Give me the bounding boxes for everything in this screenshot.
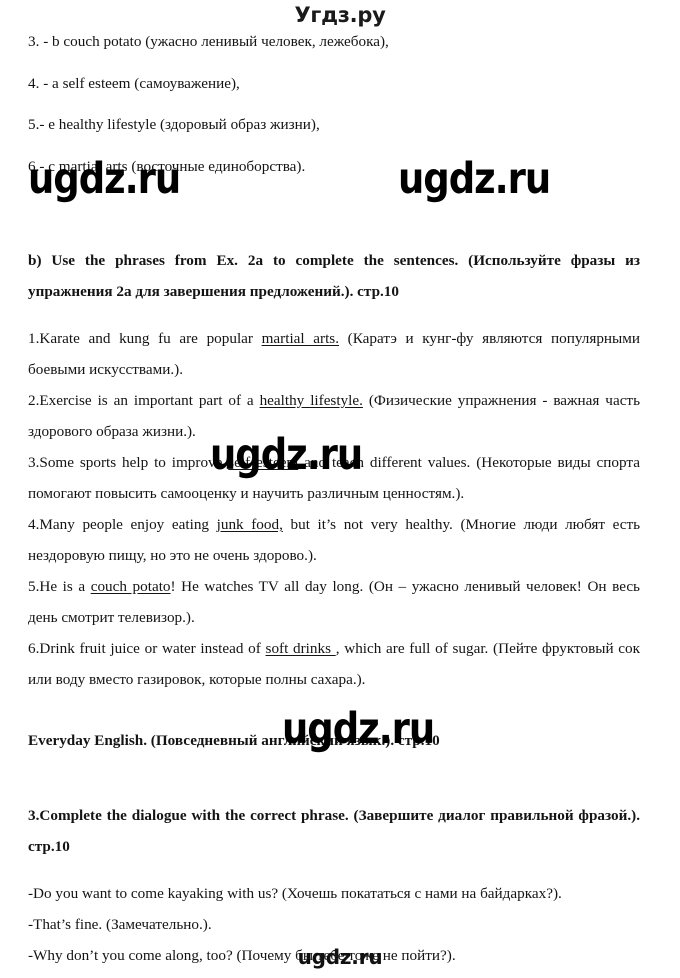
sentence-answer: junk food,: [216, 515, 283, 533]
list-item: 5.- e healthy lifestyle (здоровый образ …: [28, 116, 320, 134]
sentence-before: He is a: [39, 577, 91, 595]
everyday-english-heading-text: Everyday English. (Повседневный английск…: [28, 731, 440, 749]
sentence-number: 4.: [28, 515, 40, 533]
sentence-number: 6.: [28, 639, 40, 657]
exercise-b-heading-text: b) Use the phrases from Ex. 2a to comple…: [28, 251, 640, 300]
sentence-number: 2.: [28, 391, 40, 409]
list-item: 4. - a self esteem (самоуважение),: [28, 74, 240, 92]
dialogue-line: -Do you want to come kayaking with us? (…: [28, 884, 562, 902]
sentence-answer: healthy lifestyle.: [259, 391, 363, 409]
site-logo: Угдз.ру: [294, 3, 386, 27]
answer-sentence: 1.Karate and kung fu are popular martial…: [28, 323, 640, 385]
sentence-number: 3.: [28, 453, 40, 471]
list-item: 6.- c martial arts (восточные единоборст…: [28, 158, 306, 176]
sentence-before: Some sports help to improve: [39, 453, 229, 471]
sentence-answer: couch potato: [90, 577, 171, 595]
everyday-english-heading: Everyday English. (Повседневный английск…: [28, 725, 640, 756]
answer-sentence: 3.Some sports help to improve self estee…: [28, 447, 640, 509]
dialogue-line: -That’s fine. (Замечательно.).: [28, 915, 212, 933]
list-item: 3. - b couch potato (ужасно ленивый чело…: [28, 33, 389, 50]
sentence-number: 5.: [28, 577, 40, 595]
sentence-before: Drink fruit juice or water instead of: [39, 639, 266, 657]
answer-sentence: 6.Drink fruit juice or water instead of …: [28, 633, 640, 695]
sentence-before: Many people enjoy eating: [39, 515, 217, 533]
document-body: 3. - b couch potato (ужасно ленивый чело…: [28, 34, 640, 971]
sentence-number: 1.: [28, 329, 40, 347]
exercise-b-heading: b) Use the phrases from Ex. 2a to comple…: [28, 245, 640, 307]
sentence-before: Karate and kung fu are popular: [39, 329, 262, 347]
answer-list: 3. - b couch potato (ужасно ленивый чело…: [28, 33, 640, 176]
exercise-3-heading-text: 3.Complete the dialogue with the correct…: [28, 806, 640, 855]
exercise-3-heading: 3.Complete the dialogue with the correct…: [28, 800, 640, 862]
dialogue-line: -Why don’t you come along, too? (Почему …: [28, 946, 456, 964]
answer-sentence: 2.Exercise is an important part of a hea…: [28, 385, 640, 447]
sentence-answer: martial arts.: [261, 329, 339, 347]
answer-sentence: 4.Many people enjoy eating junk food, bu…: [28, 509, 640, 571]
sentence-before: Exercise is an important part of a: [39, 391, 260, 409]
sentence-answer: self esteem: [228, 453, 299, 471]
answer-sentence: 5.He is a couch potato! He watches TV al…: [28, 571, 640, 633]
sentence-answer: soft drinks: [265, 639, 336, 657]
